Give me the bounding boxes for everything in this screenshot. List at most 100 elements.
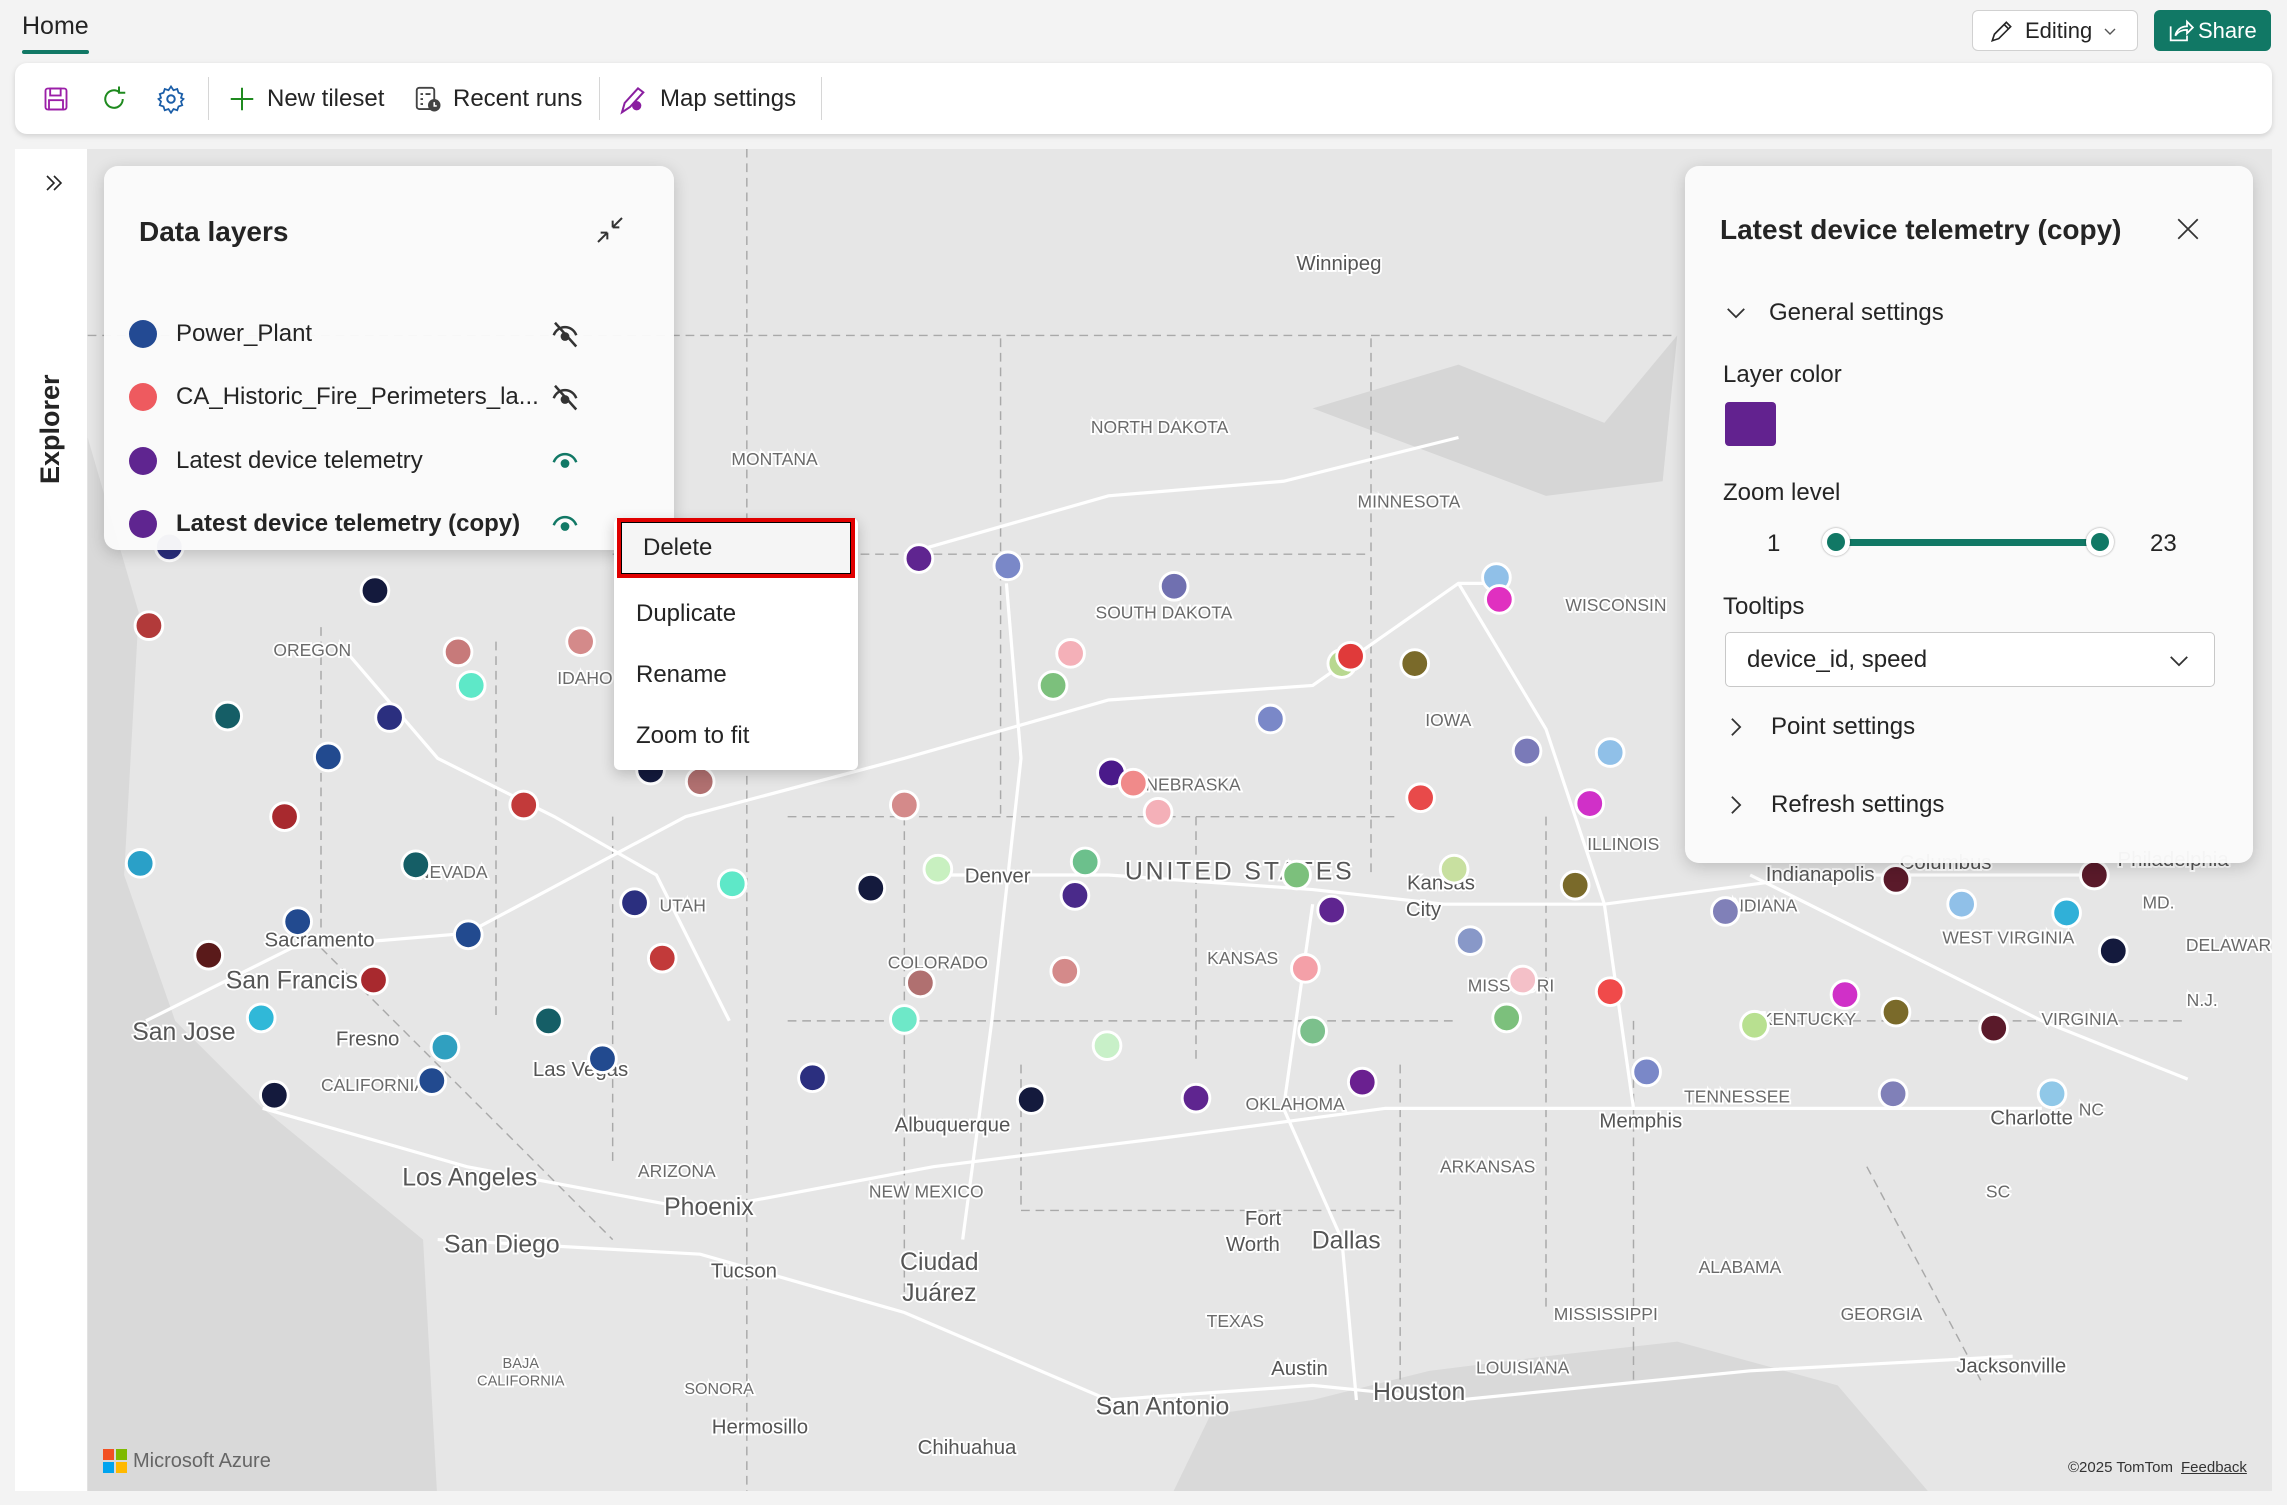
telemetry-marker[interactable] bbox=[1399, 648, 1431, 679]
telemetry-marker[interactable] bbox=[533, 1005, 564, 1037]
telemetry-marker[interactable] bbox=[452, 919, 484, 951]
telemetry-marker[interactable] bbox=[1710, 896, 1741, 927]
telemetry-marker[interactable] bbox=[245, 1002, 277, 1034]
telemetry-marker[interactable] bbox=[1880, 996, 1912, 1028]
telemetry-marker[interactable] bbox=[455, 670, 487, 701]
telemetry-marker[interactable] bbox=[903, 543, 935, 574]
telemetry-marker[interactable] bbox=[1594, 737, 1626, 768]
telemetry-marker[interactable] bbox=[1491, 1002, 1522, 1034]
telemetry-marker[interactable] bbox=[1594, 976, 1626, 1007]
telemetry-marker[interactable] bbox=[1297, 1015, 1328, 1047]
tab-home[interactable]: Home bbox=[22, 12, 89, 54]
telemetry-marker[interactable] bbox=[1037, 670, 1069, 701]
telemetry-marker[interactable] bbox=[1978, 1012, 2010, 1044]
refresh-button[interactable] bbox=[99, 63, 129, 134]
menu-item-duplicate[interactable]: Duplicate bbox=[614, 584, 858, 644]
menu-item-delete[interactable]: Delete bbox=[617, 518, 855, 578]
telemetry-marker[interactable] bbox=[889, 789, 920, 821]
telemetry-marker[interactable] bbox=[359, 575, 391, 606]
telemetry-marker[interactable] bbox=[1158, 570, 1190, 602]
telemetry-marker[interactable] bbox=[508, 789, 540, 821]
eye-visible-icon[interactable] bbox=[550, 509, 580, 539]
telemetry-marker[interactable] bbox=[269, 801, 300, 832]
telemetry-marker[interactable] bbox=[646, 942, 678, 974]
new-tileset-button[interactable]: New tileset bbox=[227, 63, 384, 134]
refresh-settings-section[interactable]: Refresh settings bbox=[1727, 791, 1944, 819]
telemetry-marker[interactable] bbox=[212, 700, 243, 732]
layer-item[interactable]: Power_Plant bbox=[124, 309, 654, 359]
telemetry-marker[interactable] bbox=[1055, 638, 1086, 669]
telemetry-marker[interactable] bbox=[416, 1065, 448, 1096]
save-button[interactable] bbox=[42, 63, 70, 134]
telemetry-marker[interactable] bbox=[1091, 1030, 1123, 1061]
telemetry-marker[interactable] bbox=[1574, 788, 1606, 819]
telemetry-marker[interactable] bbox=[684, 766, 716, 797]
telemetry-marker[interactable] bbox=[2051, 897, 2082, 929]
eye-hidden-icon[interactable] bbox=[550, 382, 580, 412]
telemetry-marker[interactable] bbox=[1059, 880, 1091, 911]
telemetry-marker[interactable] bbox=[374, 702, 405, 733]
telemetry-marker[interactable] bbox=[1454, 925, 1486, 956]
collapse-icon[interactable] bbox=[594, 214, 626, 246]
telemetry-marker[interactable] bbox=[565, 626, 596, 657]
layer-item[interactable]: Latest device telemetry bbox=[124, 436, 654, 486]
feedback-link[interactable]: Feedback bbox=[2181, 1459, 2247, 1476]
telemetry-marker[interactable] bbox=[1255, 703, 1286, 735]
telemetry-marker[interactable] bbox=[1142, 796, 1174, 828]
telemetry-marker[interactable] bbox=[193, 939, 225, 971]
tooltips-dropdown[interactable]: device_id, speed bbox=[1725, 632, 2215, 687]
close-icon[interactable] bbox=[2175, 216, 2201, 242]
eye-visible-icon[interactable] bbox=[550, 446, 580, 476]
explorer-label[interactable]: Explorer bbox=[35, 374, 66, 484]
telemetry-marker[interactable] bbox=[1117, 767, 1149, 799]
telemetry-marker[interactable] bbox=[1484, 584, 1515, 615]
telemetry-marker[interactable] bbox=[1877, 1078, 1909, 1110]
settings-button[interactable] bbox=[156, 63, 186, 134]
recent-runs-button[interactable]: Recent runs bbox=[413, 63, 582, 134]
telemetry-marker[interactable] bbox=[1069, 846, 1101, 878]
telemetry-marker[interactable] bbox=[259, 1079, 290, 1111]
telemetry-marker[interactable] bbox=[133, 610, 165, 641]
telemetry-marker[interactable] bbox=[1946, 888, 1977, 920]
menu-item-rename[interactable]: Rename bbox=[614, 645, 858, 705]
general-settings-section[interactable]: General settings bbox=[1725, 299, 1944, 327]
telemetry-marker[interactable] bbox=[282, 906, 313, 937]
telemetry-marker[interactable] bbox=[922, 853, 954, 885]
telemetry-marker[interactable] bbox=[1335, 640, 1366, 672]
telemetry-marker[interactable] bbox=[889, 1004, 920, 1035]
telemetry-marker[interactable] bbox=[992, 550, 1024, 582]
layer-item[interactable]: CA_Historic_Fire_Perimeters_la... bbox=[124, 372, 654, 422]
telemetry-marker[interactable] bbox=[1829, 979, 1861, 1010]
telemetry-marker[interactable] bbox=[1281, 859, 1312, 891]
zoom-level-slider[interactable] bbox=[1837, 539, 2099, 546]
zoom-max-handle[interactable] bbox=[2086, 528, 2114, 556]
eye-hidden-icon[interactable] bbox=[550, 319, 580, 349]
telemetry-marker[interactable] bbox=[1316, 894, 1347, 926]
telemetry-marker[interactable] bbox=[1405, 782, 1436, 814]
share-button[interactable]: Share bbox=[2154, 10, 2271, 51]
telemetry-marker[interactable] bbox=[1559, 869, 1591, 901]
telemetry-marker[interactable] bbox=[855, 872, 887, 904]
telemetry-marker[interactable] bbox=[2079, 859, 2110, 891]
telemetry-marker[interactable] bbox=[797, 1062, 828, 1094]
telemetry-marker[interactable] bbox=[358, 964, 389, 996]
telemetry-marker[interactable] bbox=[905, 967, 936, 999]
telemetry-marker[interactable] bbox=[1180, 1082, 1212, 1114]
telemetry-marker[interactable] bbox=[312, 741, 344, 773]
telemetry-marker[interactable] bbox=[442, 636, 474, 668]
telemetry-marker[interactable] bbox=[1739, 1009, 1770, 1041]
telemetry-marker[interactable] bbox=[1511, 735, 1543, 767]
editing-mode-dropdown[interactable]: Editing bbox=[1972, 10, 2138, 51]
telemetry-marker[interactable] bbox=[1631, 1056, 1662, 1088]
point-settings-section[interactable]: Point settings bbox=[1727, 713, 1915, 741]
telemetry-marker[interactable] bbox=[1290, 953, 1321, 984]
telemetry-marker[interactable] bbox=[400, 849, 432, 881]
layer-item[interactable]: Latest device telemetry (copy) bbox=[124, 499, 654, 549]
telemetry-marker[interactable] bbox=[1507, 964, 1538, 996]
telemetry-marker[interactable] bbox=[1438, 853, 1470, 885]
telemetry-marker[interactable] bbox=[2036, 1078, 2068, 1110]
map-settings-button[interactable]: Map settings bbox=[618, 63, 796, 134]
expand-chevrons-icon[interactable] bbox=[42, 171, 66, 195]
telemetry-marker[interactable] bbox=[1015, 1084, 1047, 1115]
zoom-min-handle[interactable] bbox=[1822, 528, 1850, 556]
